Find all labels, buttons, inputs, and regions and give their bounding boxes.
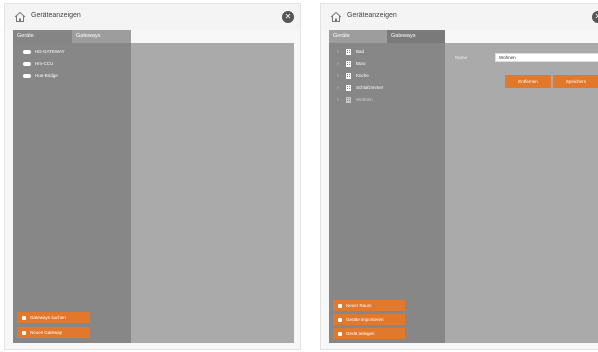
chevron-right-icon: ›: [337, 84, 339, 91]
new-room-button[interactable]: Neuer Raum: [333, 300, 405, 311]
device-label: Hm-CCU: [35, 61, 54, 66]
list-item[interactable]: HD-GATEWAY: [23, 47, 65, 56]
room-label: Küche: [356, 73, 369, 78]
chevron-right-icon: ›: [337, 72, 339, 79]
tab-devices[interactable]: Geräte: [13, 30, 72, 43]
room-label: Schlafzimmer: [356, 85, 384, 90]
list-item[interactable]: › Büro: [337, 59, 366, 68]
building-icon: [346, 61, 351, 67]
save-button[interactable]: Speichern: [553, 75, 598, 88]
tab-bar: Geräte Gateways: [13, 30, 131, 43]
close-icon[interactable]: ✕: [592, 11, 598, 23]
import-devices-button[interactable]: Geräte importieren: [333, 314, 405, 325]
name-label: Name: [455, 55, 468, 60]
building-icon: [346, 97, 351, 103]
room-label: Bad: [356, 49, 365, 54]
gateway-icon: [23, 49, 31, 54]
device-view-window: Geräteanzeigen ✕ Geräte Gateways HD-GATE…: [4, 3, 301, 350]
name-field[interactable]: [495, 53, 598, 62]
search-icon: [22, 315, 26, 320]
building-icon: [346, 73, 351, 79]
device-list-sidebar: HD-GATEWAY Hm-CCU Hue-Bridge Gateways su…: [13, 43, 131, 343]
new-gateway-button[interactable]: Neues Gateway: [17, 327, 90, 338]
window-title: Geräteanzeigen: [347, 12, 397, 19]
home-icon[interactable]: [330, 11, 342, 23]
add-icon: [338, 303, 342, 308]
home-icon[interactable]: [14, 11, 26, 23]
room-list-sidebar: › Bad › Büro › Küche › Schlafzimmer › Wo…: [329, 43, 445, 343]
room-edit-area: Name Entfernen Speichern: [445, 43, 598, 343]
import-icon: [338, 317, 342, 322]
tab-devices[interactable]: Geräte: [329, 30, 387, 43]
gateway-icon: [23, 61, 31, 66]
list-item[interactable]: › Küche: [337, 71, 369, 80]
search-gateways-button[interactable]: Gateways suchen: [17, 312, 90, 323]
window-title: Geräteanzeigen: [31, 12, 81, 19]
close-icon[interactable]: ✕: [282, 11, 294, 23]
create-device-button[interactable]: Gerät anlegen: [333, 328, 405, 339]
chevron-right-icon: ›: [337, 60, 339, 67]
titlebar: Geräteanzeigen ✕: [321, 4, 598, 30]
remove-button[interactable]: Entfernen: [505, 75, 551, 88]
device-label: Hue-Bridge: [35, 73, 58, 78]
gateway-icon: [23, 73, 31, 78]
list-item[interactable]: › Wohnen: [337, 95, 373, 104]
building-icon: [346, 85, 351, 91]
room-label: Wohnen: [356, 97, 373, 102]
room-view-window: Geräteanzeigen ✕ Geräte Gateways › Bad ›…: [320, 3, 598, 350]
list-item[interactable]: Hm-CCU: [23, 59, 53, 68]
chevron-right-icon: ›: [337, 96, 339, 103]
tab-gateways[interactable]: Gateways: [72, 30, 131, 43]
content-area: [131, 43, 294, 343]
device-label: HD-GATEWAY: [35, 49, 65, 54]
building-icon: [346, 49, 351, 55]
add-icon: [22, 330, 26, 335]
tab-gateways[interactable]: Gateways: [387, 30, 445, 43]
chevron-right-icon: ›: [337, 48, 339, 55]
list-item[interactable]: › Schlafzimmer: [337, 83, 383, 92]
list-item[interactable]: › Bad: [337, 47, 364, 56]
room-label: Büro: [356, 61, 366, 66]
tab-bar: Geräte Gateways: [329, 30, 445, 43]
list-item[interactable]: Hue-Bridge: [23, 71, 58, 80]
add-icon: [338, 331, 342, 336]
titlebar: Geräteanzeigen ✕: [5, 4, 300, 30]
